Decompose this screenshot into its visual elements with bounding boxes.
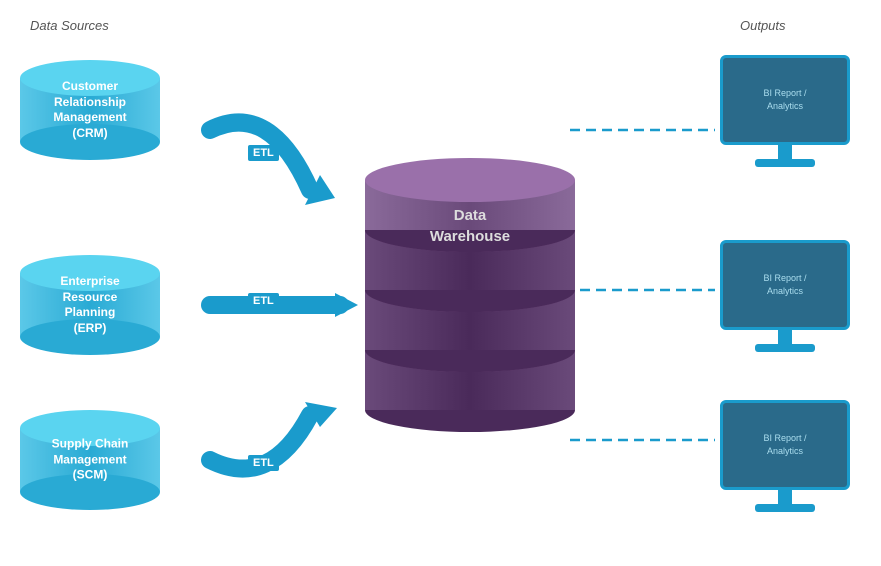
monitor-1: BI Report /Analytics — [720, 55, 850, 167]
erp-label: EnterpriseResourcePlanning(ERP) — [25, 274, 155, 336]
data-warehouse: Data Warehouse — [360, 150, 580, 440]
monitor-2-content: BI Report /Analytics — [759, 268, 810, 301]
etl-label-2: ETL — [248, 293, 279, 309]
outputs-label: Outputs — [740, 18, 786, 33]
monitor-3-content: BI Report /Analytics — [759, 428, 810, 461]
etl-label-1: ETL — [248, 145, 279, 161]
monitor-3: BI Report /Analytics — [720, 400, 850, 512]
data-sources-label: Data Sources — [30, 18, 109, 33]
monitor-1-content: BI Report /Analytics — [759, 83, 810, 116]
etl-label-3: ETL — [248, 455, 279, 471]
erp-cylinder: EnterpriseResourcePlanning(ERP) — [20, 255, 160, 355]
monitor-2: BI Report /Analytics — [720, 240, 850, 352]
crm-cylinder: CustomerRelationshipManagement(CRM) — [20, 60, 160, 160]
scm-label: Supply ChainManagement(SCM) — [25, 437, 155, 484]
dw-svg — [360, 150, 580, 440]
diagram-container: Data Sources Outputs CustomerRelationshi… — [0, 0, 881, 566]
scm-cylinder: Supply ChainManagement(SCM) — [20, 410, 160, 510]
crm-label: CustomerRelationshipManagement(CRM) — [25, 79, 155, 141]
